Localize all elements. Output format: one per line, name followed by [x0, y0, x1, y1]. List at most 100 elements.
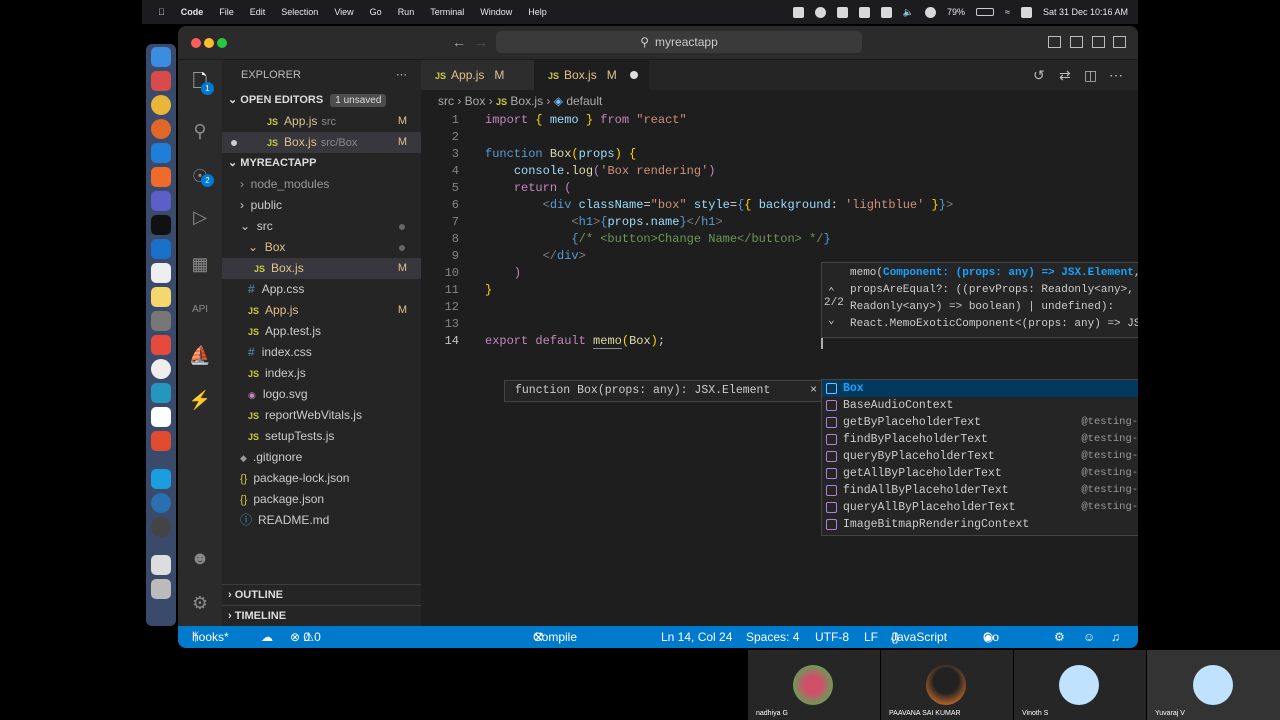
- extensions-icon[interactable]: ▦: [188, 252, 212, 276]
- customize-layout-icon[interactable]: [1113, 36, 1126, 48]
- encoding[interactable]: UTF-8: [815, 626, 849, 648]
- notifications-bell-icon[interactable]: ♫: [1111, 626, 1120, 648]
- outline-header[interactable]: › OUTLINE: [222, 584, 421, 605]
- manage-gear-icon[interactable]: ⚙: [188, 591, 212, 615]
- suggestion-item[interactable]: findAllByPlaceholderText @testing-library…: [822, 482, 1138, 499]
- status-app-icon[interactable]: [858, 6, 870, 18]
- breadcrumb-item[interactable]: Box.js: [510, 94, 543, 108]
- run-debug-icon[interactable]: ▷: [188, 205, 212, 229]
- open-editors-header[interactable]: ⌄ OPEN EDITORS 1 unsaved: [222, 90, 421, 111]
- status-app-icon[interactable]: [836, 6, 848, 18]
- apple-icon[interactable]: : [158, 7, 165, 17]
- docker-icon[interactable]: ⛵: [188, 343, 212, 367]
- breadcrumb-item[interactable]: Box: [465, 94, 486, 108]
- slack-icon[interactable]: [151, 335, 171, 355]
- problems-status[interactable]: ⊗ 0 ⚠ 0: [290, 626, 321, 648]
- suggestion-item[interactable]: Box: [822, 380, 1138, 397]
- compare-changes-icon[interactable]: ⇄: [1059, 67, 1071, 84]
- back-arrow-icon[interactable]: ←: [452, 34, 466, 50]
- line-ending[interactable]: LF: [864, 626, 878, 648]
- mongodb-icon[interactable]: [151, 359, 171, 379]
- split-editor-icon[interactable]: ◫: [1084, 67, 1097, 84]
- tab-app-js[interactable]: JS App.js M: [421, 60, 534, 90]
- menu-help[interactable]: Help: [528, 7, 547, 17]
- file-item[interactable]: JS index.js: [222, 363, 421, 384]
- docker-icon[interactable]: [151, 383, 171, 403]
- teams-icon[interactable]: [151, 191, 171, 211]
- cursor-position[interactable]: Ln 14, Col 24: [661, 626, 732, 648]
- project-header[interactable]: ⌄ MYREACTAPP: [222, 153, 421, 174]
- skype-icon[interactable]: [151, 469, 171, 489]
- finder-icon[interactable]: [151, 47, 171, 67]
- feedback-icon[interactable]: ☺: [1083, 626, 1095, 648]
- menu-window[interactable]: Window: [480, 7, 512, 17]
- vscode-icon[interactable]: [151, 143, 171, 163]
- folder-node-modules[interactable]: › node_modules: [222, 174, 421, 195]
- timeline-history-icon[interactable]: ↺: [1033, 67, 1045, 84]
- sync-icon[interactable]: ☁: [261, 626, 273, 648]
- folder-public[interactable]: › public: [222, 195, 421, 216]
- settings-app-icon[interactable]: [151, 311, 171, 331]
- firefox-icon[interactable]: [151, 119, 171, 139]
- account-icon[interactable]: ☻: [188, 546, 212, 570]
- chrome-icon[interactable]: [151, 95, 171, 115]
- calendar-icon[interactable]: [151, 407, 171, 427]
- close-icon[interactable]: ×: [810, 381, 817, 401]
- menu-run[interactable]: Run: [398, 7, 415, 17]
- folder-src[interactable]: ⌄ src: [222, 216, 421, 237]
- file-item[interactable]: # App.css: [222, 279, 421, 300]
- api-icon[interactable]: API: [188, 298, 212, 322]
- notes-icon[interactable]: [151, 287, 171, 307]
- participant-tile[interactable]: nadhiya G: [748, 650, 880, 720]
- menu-view[interactable]: View: [334, 7, 353, 17]
- file-item[interactable]: ◆ .gitignore: [222, 447, 421, 468]
- file-item[interactable]: JS App.test.js: [222, 321, 421, 342]
- search-icon[interactable]: ⚲: [188, 119, 212, 143]
- suggestion-item[interactable]: ImageBitmapRenderingContext: [822, 516, 1138, 533]
- open-editor-item[interactable]: JS App.js src M: [222, 111, 421, 132]
- postman-icon[interactable]: [151, 167, 171, 187]
- close-window-button[interactable]: [191, 38, 201, 48]
- file-item[interactable]: JS reportWebVitals.js: [222, 405, 421, 426]
- file-item[interactable]: {} package-lock.json: [222, 468, 421, 489]
- breadcrumb-item[interactable]: default: [566, 94, 602, 108]
- open-editor-item[interactable]: JS Box.js src/Box M: [222, 132, 421, 153]
- more-actions-icon[interactable]: ⋯: [1109, 67, 1123, 84]
- menu-selection[interactable]: Selection: [281, 7, 318, 17]
- toggle-panel-icon[interactable]: [1070, 36, 1083, 48]
- terminal-icon[interactable]: [151, 215, 171, 235]
- status-app-icon[interactable]: [880, 6, 892, 18]
- live-share-icon[interactable]: ⚡: [188, 388, 212, 412]
- file-item[interactable]: # index.css: [222, 342, 421, 363]
- status-app-icon[interactable]: [792, 6, 804, 18]
- menu-go[interactable]: Go: [370, 7, 382, 17]
- battery-icon[interactable]: [975, 8, 994, 16]
- wifi-icon[interactable]: ≈: [1005, 7, 1010, 17]
- suggestion-item[interactable]: getAllByPlaceholderText @testing-library/…: [822, 465, 1138, 482]
- maximize-window-button[interactable]: [217, 38, 227, 48]
- file-item[interactable]: JS setupTests.js: [222, 426, 421, 447]
- suggestion-item[interactable]: findByPlaceholderText @testing-library/re…: [822, 431, 1138, 448]
- code-editor[interactable]: 1 2 3 4 5 6 7 8 9 10 11 12 13 14 import …: [421, 112, 1138, 622]
- command-center-search[interactable]: ⚲ myreactapp: [496, 31, 862, 53]
- file-item[interactable]: ◉ logo.svg: [222, 384, 421, 405]
- chevron-down-icon[interactable]: ⌄: [828, 313, 835, 327]
- anydesk-icon[interactable]: [151, 431, 171, 451]
- trash-icon[interactable]: [151, 579, 171, 599]
- suggestion-item[interactable]: getByPlaceholderText @testing-library/rea…: [822, 414, 1138, 431]
- menu-app[interactable]: Code: [181, 7, 204, 17]
- file-item[interactable]: {} package.json: [222, 489, 421, 510]
- suggestion-item[interactable]: queryByPlaceholderText @testing-library/r…: [822, 448, 1138, 465]
- file-item[interactable]: ⓘ README.md: [222, 510, 421, 531]
- unsaved-dot-icon[interactable]: [231, 140, 237, 146]
- menu-file[interactable]: File: [219, 7, 234, 17]
- camera-icon[interactable]: [151, 263, 171, 283]
- folder-box[interactable]: ⌄ Box: [222, 237, 421, 258]
- volume-icon[interactable]: 🔈: [903, 7, 914, 18]
- minimize-window-button[interactable]: [204, 38, 214, 48]
- suggestion-item[interactable]: BaseAudioContext: [822, 397, 1138, 414]
- menu-edit[interactable]: Edit: [250, 7, 266, 17]
- document-icon[interactable]: [151, 555, 171, 575]
- launchpad-icon[interactable]: [151, 71, 171, 91]
- outlook-icon[interactable]: [151, 239, 171, 259]
